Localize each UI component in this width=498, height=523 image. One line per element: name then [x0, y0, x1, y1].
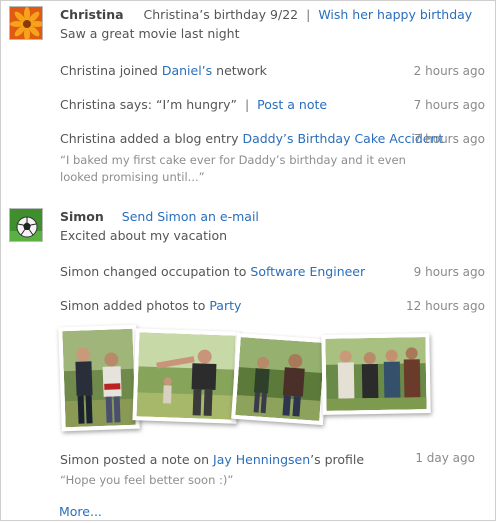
flower-icon — [10, 7, 42, 39]
party-photo-3[interactable] — [231, 332, 329, 426]
feed-item-text: Simon posted a note on — [60, 452, 214, 467]
timestamp: 1 day ago — [415, 451, 475, 465]
feed-item-text: Simon added photos to — [60, 298, 210, 313]
feed-item-simon-photos: Simon added photos to Party — [60, 298, 241, 313]
christina-header: Christina Christina’s birthday 9/22 | Wi… — [60, 7, 472, 22]
send-email-link[interactable]: Send Simon an e-mail — [122, 209, 259, 224]
jay-henningsen-link[interactable]: Jay Henningsen — [213, 452, 310, 467]
daniels-network-link[interactable]: Daniel’s — [162, 63, 212, 78]
simon-avatar[interactable] — [9, 208, 43, 242]
simon-status: Excited about my vacation — [60, 228, 228, 243]
party-photo-1[interactable] — [58, 324, 140, 432]
feed-item-christina-says: Christina says: “I’m hungry” | Post a no… — [60, 97, 327, 112]
wish-happy-birthday-link[interactable]: Wish her happy birthday — [318, 7, 472, 22]
timestamp: 2 hours ago — [413, 64, 485, 78]
divider: | — [244, 97, 250, 112]
feed-item-simon-note: Simon posted a note on Jay Henningsen’s … — [60, 452, 364, 467]
feed-item-christina-joined: Christina joined Daniel’s network — [60, 63, 267, 78]
christina-name[interactable]: Christina — [60, 7, 124, 22]
divider: | — [306, 7, 311, 22]
feed-frame — [0, 0, 496, 521]
feed-item-text: ’s profile — [310, 452, 365, 467]
timestamp: 9 hours ago — [413, 265, 485, 279]
photo-people-image — [136, 332, 236, 420]
party-photo-4[interactable] — [321, 333, 431, 415]
feed-item-text: Christina joined — [60, 63, 162, 78]
more-link[interactable]: More... — [59, 504, 102, 519]
feed-item-simon-occupation: Simon changed occupation to Software Eng… — [60, 264, 365, 279]
feed-item-christina-blog: Christina added a blog entry Daddy’s Bir… — [60, 131, 443, 146]
soccer-ball-icon — [10, 209, 42, 241]
feed-item-text: network — [212, 63, 267, 78]
software-engineer-link[interactable]: Software Engineer — [250, 264, 365, 279]
photo-people-image — [235, 337, 325, 421]
christina-status: Saw a great movie last night — [60, 26, 240, 41]
timestamp: 7 hours ago — [413, 98, 485, 112]
feed-item-text: Simon changed occupation to — [60, 264, 251, 279]
christina-birthday-text: Christina’s birthday 9/22 — [143, 7, 299, 22]
photo-people-image — [325, 337, 427, 411]
blog-excerpt: “I baked my first cake ever for Daddy’s … — [60, 153, 406, 184]
feed-item-text: Christina added a blog entry — [60, 131, 243, 146]
post-a-note-link[interactable]: Post a note — [257, 97, 327, 112]
christina-avatar[interactable] — [9, 6, 43, 40]
party-photo-2[interactable] — [132, 328, 240, 424]
party-album-link[interactable]: Party — [209, 298, 241, 313]
feed-item-text: Christina says: “I’m hungry” — [60, 97, 237, 112]
simon-header: Simon Send Simon an e-mail — [60, 209, 259, 224]
photo-people-image — [62, 328, 136, 428]
timestamp: 12 hours ago — [406, 299, 485, 313]
simon-name[interactable]: Simon — [60, 209, 104, 224]
note-excerpt: “Hope you feel better soon :)” — [60, 473, 234, 487]
timestamp: 7 hours ago — [413, 132, 485, 146]
